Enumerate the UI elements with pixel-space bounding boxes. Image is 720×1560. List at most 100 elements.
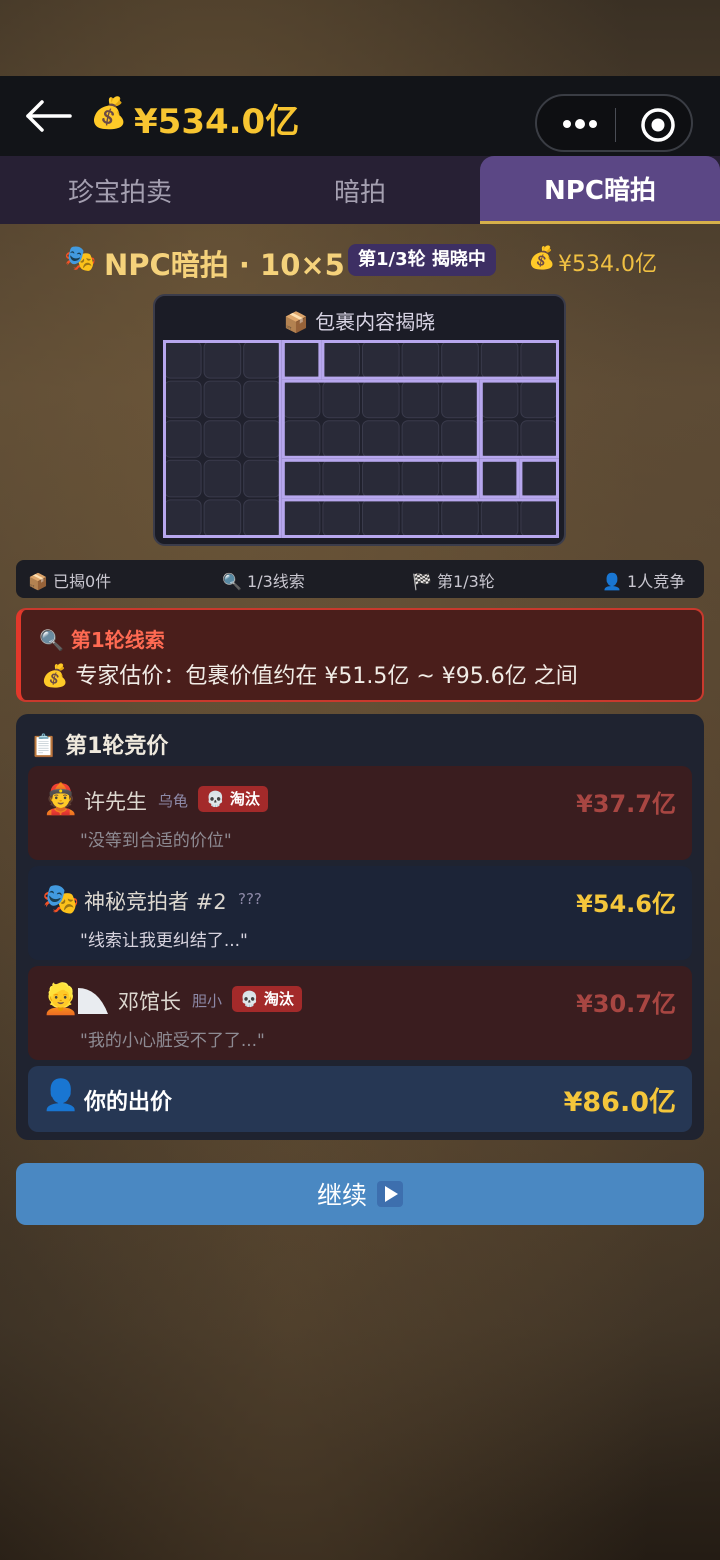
grid-cell xyxy=(401,380,440,419)
grid-cell xyxy=(322,459,360,498)
bidding-title: 📋 第1轮竞价 xyxy=(30,734,169,759)
grid-cell xyxy=(282,499,321,537)
avatar: 👲 xyxy=(42,782,80,817)
grid-cell xyxy=(520,499,558,537)
continue-button[interactable]: 继续 xyxy=(16,1163,704,1225)
grid-cell xyxy=(243,341,281,379)
grid-cell xyxy=(441,499,479,537)
my-bid-amount: ¥86.0亿 xyxy=(563,1087,676,1118)
grid-cell xyxy=(480,499,519,537)
grid-cell xyxy=(322,341,360,379)
bidder-row: 👱 邓馆长 胆小 💀 淘汰 ¥30.7亿 "我的小心脏受不了了..." xyxy=(28,966,692,1060)
bidder-row: 👲 许先生 乌龟 💀 淘汰 ¥37.7亿 "没等到合适的价位" xyxy=(28,766,692,860)
tab-blind-auction[interactable]: 暗拍 xyxy=(240,156,480,224)
grid-cell xyxy=(203,380,242,419)
avatar: 👱 xyxy=(42,982,80,1017)
grid-cell xyxy=(243,380,281,419)
grid-cell xyxy=(480,341,519,379)
more-icon[interactable] xyxy=(555,104,605,144)
balance-display: ¥534.0亿 xyxy=(134,102,300,142)
grid-cell xyxy=(322,380,360,419)
top-bar: 💰 ¥534.0亿 xyxy=(0,76,720,156)
grid-cell xyxy=(203,499,242,537)
grid-cell xyxy=(362,380,400,419)
clue-title: 🔍 第1轮线索 xyxy=(39,628,165,652)
badge-icon xyxy=(78,988,108,1014)
grid-cell xyxy=(243,459,281,498)
grid-cell xyxy=(282,459,321,498)
grid-cell xyxy=(401,420,440,458)
my-bid-row: 👤 你的出价 ¥86.0亿 xyxy=(28,1066,692,1132)
bidder-quote: "我的小心脏受不了了..." xyxy=(80,1031,265,1051)
grid-cell xyxy=(164,341,202,379)
grid-cell xyxy=(164,420,202,458)
grid-cell xyxy=(401,459,440,498)
grid-cell xyxy=(520,341,558,379)
play-icon xyxy=(377,1181,403,1207)
grid-cell xyxy=(203,459,242,498)
grid-cell xyxy=(203,341,242,379)
grid-title: 📦 包裹内容揭晓 xyxy=(283,310,436,334)
grid-cell xyxy=(480,380,519,419)
grid-cell xyxy=(282,341,321,379)
grid-cell xyxy=(243,420,281,458)
page-title: NPC暗拍 · 10×5 xyxy=(104,248,345,282)
grid-cell xyxy=(520,380,558,419)
bidder-trait: ??? xyxy=(238,890,262,908)
tab-bar: 珍宝拍卖 暗拍 NPC暗拍 xyxy=(0,156,720,224)
grid-cell xyxy=(480,420,519,458)
tab-npc-blind-auction[interactable]: NPC暗拍 xyxy=(480,156,720,224)
grid-cell xyxy=(362,420,400,458)
tab-treasure-auction[interactable]: 珍宝拍卖 xyxy=(0,156,240,224)
grid-cell xyxy=(401,341,440,379)
eliminated-badge: 💀 淘汰 xyxy=(198,786,268,812)
clue-card: 🔍 第1轮线索 💰 专家估价：包裹价值约在 ¥51.5亿 ~ ¥95.6亿 之间 xyxy=(16,608,704,702)
package-grid xyxy=(163,340,559,538)
eliminated-badge: 💀 淘汰 xyxy=(232,986,302,1012)
round-count: 🏁 第1/3轮 xyxy=(412,572,495,591)
bidder-name: 邓馆长 xyxy=(118,990,181,1014)
grid-cell xyxy=(362,341,400,379)
bid-amount: ¥54.6亿 xyxy=(576,890,676,918)
bid-amount: ¥30.7亿 xyxy=(576,990,676,1018)
grid-cell xyxy=(362,459,400,498)
grid-cell xyxy=(164,459,202,498)
bid-amount: ¥37.7亿 xyxy=(576,790,676,818)
bidder-quote: "没等到合适的价位" xyxy=(80,831,232,851)
bidder-trait: 胆小 xyxy=(192,992,223,1010)
package-icon: 📦 xyxy=(283,310,309,334)
user-icon: 👤 xyxy=(42,1078,80,1113)
grid-cell xyxy=(441,341,479,379)
grid-cell xyxy=(282,380,321,419)
back-arrow-icon[interactable] xyxy=(24,98,72,134)
grid-cell xyxy=(480,459,519,498)
grid-cell xyxy=(520,420,558,458)
grid-cell xyxy=(282,420,321,458)
grid-cell xyxy=(401,499,440,537)
close-target-icon[interactable] xyxy=(639,106,677,144)
avatar: 🎭 xyxy=(42,882,80,917)
grid-cell xyxy=(441,459,479,498)
bidding-panel: 📋 第1轮竞价 👲 许先生 乌龟 💀 淘汰 ¥37.7亿 "没等到合适的价位" … xyxy=(16,714,704,1140)
revealed-count: 📦 已揭0件 xyxy=(28,572,112,591)
grid-cell xyxy=(243,499,281,537)
grid-cell xyxy=(322,420,360,458)
grid-cell xyxy=(441,420,479,458)
theater-mask-icon: 🎭 xyxy=(64,244,97,274)
money-bag-icon: 💰 xyxy=(90,96,128,131)
bidder-quote: "线索让我更纠结了..." xyxy=(80,931,248,951)
header-balance: ¥534.0亿 xyxy=(558,252,657,277)
bidder-name: 许先生 xyxy=(84,790,147,814)
grid-cell xyxy=(164,499,202,537)
grid-cell xyxy=(203,420,242,458)
my-bid-label: 你的出价 xyxy=(84,1090,173,1115)
bidder-row: 🎭 神秘竞拍者 #2 ??? ¥54.6亿 "线索让我更纠结了..." xyxy=(28,866,692,960)
bidder-name: 神秘竞拍者 #2 xyxy=(84,890,227,914)
mini-program-capsule xyxy=(535,94,693,152)
package-grid-panel: 📦 包裹内容揭晓 xyxy=(153,294,566,546)
status-bar: 📦 已揭0件 🔍 1/3线索 🏁 第1/3轮 👤 1人竞争 xyxy=(16,560,704,598)
grid-cell xyxy=(164,380,202,419)
grid-cell xyxy=(322,499,360,537)
grid-cell xyxy=(441,380,479,419)
auction-header: 🎭 NPC暗拍 · 10×5 第1/3轮 揭晓中 💰 ¥534.0亿 xyxy=(0,240,720,284)
